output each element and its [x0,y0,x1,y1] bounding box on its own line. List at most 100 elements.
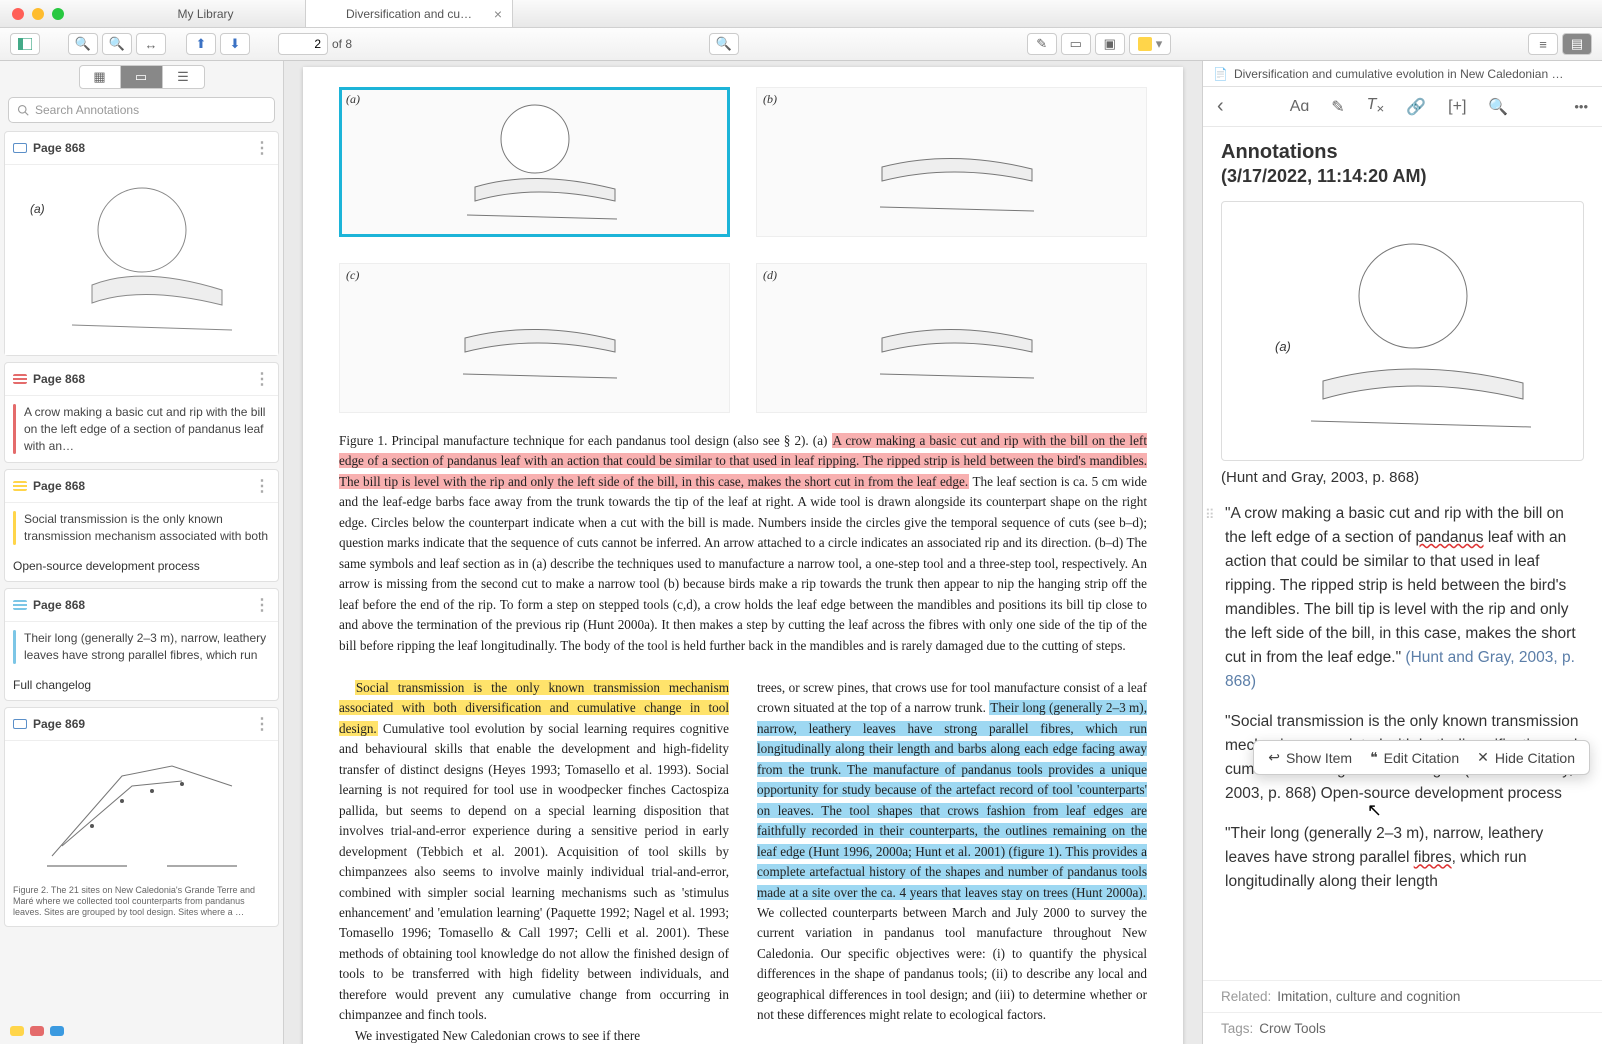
svg-text:(a): (a) [30,202,45,216]
sidebar-tab-thumbnails[interactable]: ▦ [79,65,121,89]
svg-text:(a): (a) [1275,339,1291,354]
area-annotation-icon [13,719,27,729]
annotation-more-icon[interactable]: ⋮ [254,714,270,734]
status-dot-yellow [10,1026,24,1036]
area-tool-button[interactable]: ▣ [1095,33,1125,55]
sidebar-view-switch: ▦ ▭ ☰ [0,61,283,93]
close-window[interactable] [12,8,24,20]
annotation-card[interactable]: Page 869 ⋮ Figure 2. The 21 sites on New… [4,707,279,928]
highlight-annotation-icon [13,600,27,610]
panel-citation: (Hunt and Gray, 2003, p. 868) [1221,469,1584,486]
annotation-card[interactable]: Page 868 ⋮ (a) [4,131,279,356]
window-controls [0,8,76,20]
clear-format-button[interactable]: T× [1367,96,1385,116]
view-mode-list-button[interactable]: ≡ [1528,33,1558,55]
quote-icon: ❝ [1370,749,1378,766]
annotation-card[interactable]: Page 868 ⋮ A crow making a basic cut and… [4,362,279,463]
color-picker-button[interactable]: ▾ [1129,33,1172,55]
back-button[interactable]: ‹ [1217,95,1224,118]
insert-button[interactable]: [+] [1448,98,1466,116]
panel-quote[interactable]: ⠿ "A crow making a basic cut and rip wit… [1221,502,1584,694]
zoom-out-button[interactable]: 🔍 [68,33,98,55]
link-button[interactable]: 🔗 [1406,97,1426,117]
sidebar-tab-outline[interactable]: ☰ [163,65,205,89]
panel-icon: ▤ [1571,36,1583,52]
find-in-page-button[interactable]: 🔍 [709,33,739,55]
highlight-annotation-icon [13,481,27,491]
panel-body[interactable]: Annotations (3/17/2022, 11:14:20 AM) (a)… [1203,127,1602,980]
chevron-down-icon: ▾ [1156,36,1163,52]
panel-more-button[interactable]: ••• [1574,99,1588,114]
annotation-page-label: Page 869 [33,717,85,731]
minimize-window[interactable] [32,8,44,20]
tab-document[interactable]: Diversification and cu… × [306,0,513,27]
zoom-out-icon: 🔍 [75,36,91,52]
pencil-icon: ✎ [1036,36,1047,52]
titlebar: My Library Diversification and cu… × [0,0,1602,28]
annotation-more-icon[interactable]: ⋮ [254,595,270,615]
annotation-card[interactable]: Page 868 ⋮ Social transmission is the on… [4,469,279,582]
figure-panel-a[interactable]: (a) [339,87,730,237]
highlight-tool-button[interactable]: ✎ [1027,33,1057,55]
annotation-more-icon[interactable]: ⋮ [254,369,270,389]
list-icon: ≡ [1539,37,1547,52]
annotation-color-bar [13,511,16,545]
find-button[interactable]: 🔍 [1488,97,1508,117]
hide-citation-button[interactable]: ✕Hide Citation [1477,749,1575,766]
zoom-in-button[interactable]: 🔍 [102,33,132,55]
annotation-page-label: Page 868 [33,479,85,493]
panel-quote[interactable]: "Their long (generally 2–3 m), narrow, l… [1221,822,1584,894]
annotation-more-icon[interactable]: ⋮ [254,138,270,158]
annotation-color-bar [13,630,16,664]
related-label: Related: [1221,989,1271,1004]
annotation-figure-caption: Figure 2. The 21 sites on New Caledonia'… [5,881,278,927]
status-dot-blue [50,1026,64,1036]
close-icon: ✕ [1477,749,1489,766]
tab-library-label: My Library [177,7,233,21]
arrow-down-icon: ⬇ [230,36,241,52]
annotation-excerpt: Social transmission is the only known tr… [24,511,270,545]
drag-handle-icon[interactable]: ⠿ [1205,505,1212,525]
annotation-list: Page 868 ⋮ (a) Page 868 ⋮ [0,127,283,1044]
pdf-page: (a) (b) (c) (d) Figure 1. Principal manu… [303,67,1183,1044]
view-mode-panel-button[interactable]: ▤ [1562,33,1592,55]
body-column-right: trees, or screw pines, that crows use fo… [757,678,1147,1044]
zoom-window[interactable] [52,8,64,20]
sidebar-tab-annotations[interactable]: ▭ [121,65,163,89]
zoom-fit-button[interactable]: ↔ [136,33,166,55]
note-tool-button[interactable]: ▭ [1061,33,1091,55]
annotation-thumbnail: (a) [5,165,278,355]
main-area: ▦ ▭ ☰ Search Annotations Page 868 ⋮ (a) [0,61,1602,1044]
related-row[interactable]: Related: Imitation, culture and cognitio… [1203,980,1602,1012]
annotation-card[interactable]: Page 868 ⋮ Their long (generally 2–3 m),… [4,588,279,701]
annotation-page-label: Page 868 [33,141,85,155]
edit-citation-button[interactable]: ❝Edit Citation [1370,749,1459,766]
tags-row[interactable]: Tags: Crow Tools [1203,1012,1602,1044]
close-tab-icon[interactable]: × [494,6,502,22]
highlight-blue[interactable]: Their long (generally 2–3 m), narrow, le… [757,700,1147,899]
text-style-button[interactable]: Aɑ [1290,98,1310,116]
spell-underline: fibres [1414,849,1452,866]
color-swatch-icon [1138,37,1152,51]
page-number-input[interactable] [278,33,328,55]
zoom-in-icon: 🔍 [109,36,125,52]
spell-underline: pandanus [1415,529,1483,546]
toggle-sidebar-button[interactable] [10,33,40,55]
area-icon: ▣ [1104,36,1116,52]
annotations-icon: ▭ [135,69,147,85]
pdf-viewer[interactable]: (a) (b) (c) (d) Figure 1. Principal manu… [284,61,1202,1044]
body-columns: Social transmission is the only known tr… [339,678,1147,1044]
notes-panel: 📄 Diversification and cumulative evoluti… [1202,61,1602,1044]
highlight-color-button[interactable]: ✎ [1331,97,1344,117]
annotation-more-icon[interactable]: ⋮ [254,476,270,496]
page-up-button[interactable]: ⬆ [186,33,216,55]
fit-width-icon: ↔ [145,37,158,52]
tab-library[interactable]: My Library [106,0,306,27]
show-item-button[interactable]: ↩Show Item [1268,749,1352,766]
panel-heading: Annotations [1221,141,1584,164]
body-column-left: Social transmission is the only known tr… [339,678,729,1044]
search-annotations-input[interactable]: Search Annotations [8,97,275,123]
sidebar-icon [18,38,32,50]
sync-status-dots [10,1026,64,1036]
page-down-button[interactable]: ⬇ [220,33,250,55]
